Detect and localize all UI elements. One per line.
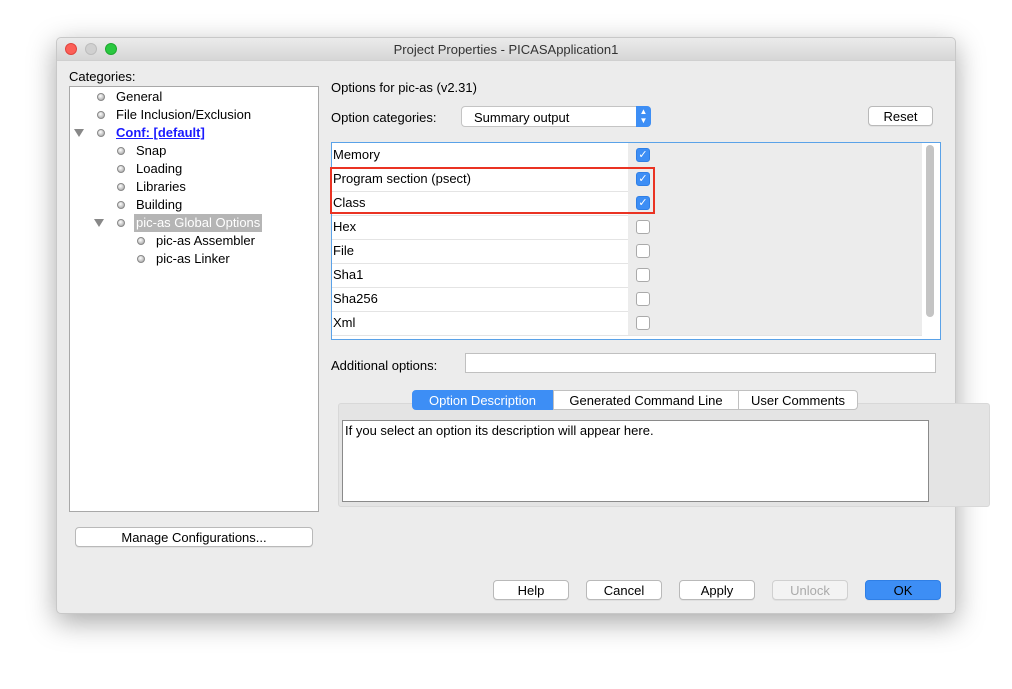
tree-item-label: pic-as Linker xyxy=(156,251,230,266)
additional-options-input[interactable] xyxy=(465,353,936,373)
row-label: Hex xyxy=(333,219,357,234)
additional-options-label: Additional options: xyxy=(331,358,438,373)
table-row: Sha1 xyxy=(332,263,922,288)
memory-checkbox[interactable]: ✓ xyxy=(636,148,650,162)
tab-generated-command-line[interactable]: Generated Command Line xyxy=(553,390,739,410)
tree-item-label: Conf: [default] xyxy=(116,125,205,140)
option-description-text: If you select an option its description … xyxy=(342,420,929,502)
ok-button[interactable]: OK xyxy=(865,580,941,600)
table-row: Memory ✓ xyxy=(332,143,922,168)
title-bar: Project Properties - PICASApplication1 xyxy=(57,38,955,61)
highlight-box xyxy=(330,167,655,214)
help-button[interactable]: Help xyxy=(493,580,569,600)
tree-item-label: Libraries xyxy=(136,179,186,194)
table-row: Sha256 xyxy=(332,287,922,312)
unlock-button[interactable]: Unlock xyxy=(772,580,848,600)
tree-item-label: Building xyxy=(136,197,183,212)
row-label: Memory xyxy=(333,147,380,162)
tree-item-label: pic-as Assembler xyxy=(156,233,255,248)
window-title: Project Properties - PICASApplication1 xyxy=(393,42,619,57)
sha1-checkbox[interactable] xyxy=(636,268,650,282)
select-arrows-icon: ▲ ▼ xyxy=(636,106,651,127)
vertical-scrollbar[interactable] xyxy=(926,145,934,317)
option-categories-select[interactable]: Summary output ▲ ▼ xyxy=(461,106,651,127)
tree-item-label: Snap xyxy=(136,143,167,158)
tree-item-label: pic-as Global Options xyxy=(134,214,263,232)
apply-button[interactable]: Apply xyxy=(679,580,755,600)
row-label: Xml xyxy=(333,315,356,330)
table-row: Hex xyxy=(332,215,922,240)
tab-option-description[interactable]: Option Description xyxy=(412,390,553,410)
file-checkbox[interactable] xyxy=(636,244,650,258)
option-categories-label: Option categories: xyxy=(331,110,437,125)
table-row: File xyxy=(332,239,922,264)
table-row: Xml xyxy=(332,311,922,336)
reset-button[interactable]: Reset xyxy=(868,106,933,126)
options-heading: Options for pic-as (v2.31) xyxy=(331,80,477,95)
row-label: File xyxy=(333,243,354,258)
tree-item-label: File Inclusion/Exclusion xyxy=(116,107,252,122)
expand-triangle-icon[interactable] xyxy=(94,219,104,227)
manage-configurations-button[interactable]: Manage Configurations... xyxy=(75,527,313,547)
expand-triangle-icon[interactable] xyxy=(74,129,84,137)
tab-user-comments[interactable]: User Comments xyxy=(738,390,858,410)
xml-checkbox[interactable] xyxy=(636,316,650,330)
sha256-checkbox[interactable] xyxy=(636,292,650,306)
project-properties-window: Project Properties - PICASApplication1 C… xyxy=(56,37,990,614)
categories-tree: General File Inclusion/Exclusion Conf: [… xyxy=(69,86,319,512)
option-categories-value: Summary output xyxy=(474,110,570,125)
categories-label: Categories: xyxy=(69,69,136,84)
row-label: Sha1 xyxy=(333,267,364,282)
row-label: Sha256 xyxy=(333,291,378,306)
cancel-button[interactable]: Cancel xyxy=(586,580,662,600)
tree-item-label: Loading xyxy=(136,161,183,176)
hex-checkbox[interactable] xyxy=(636,220,650,234)
tree-item-label: General xyxy=(116,89,163,104)
